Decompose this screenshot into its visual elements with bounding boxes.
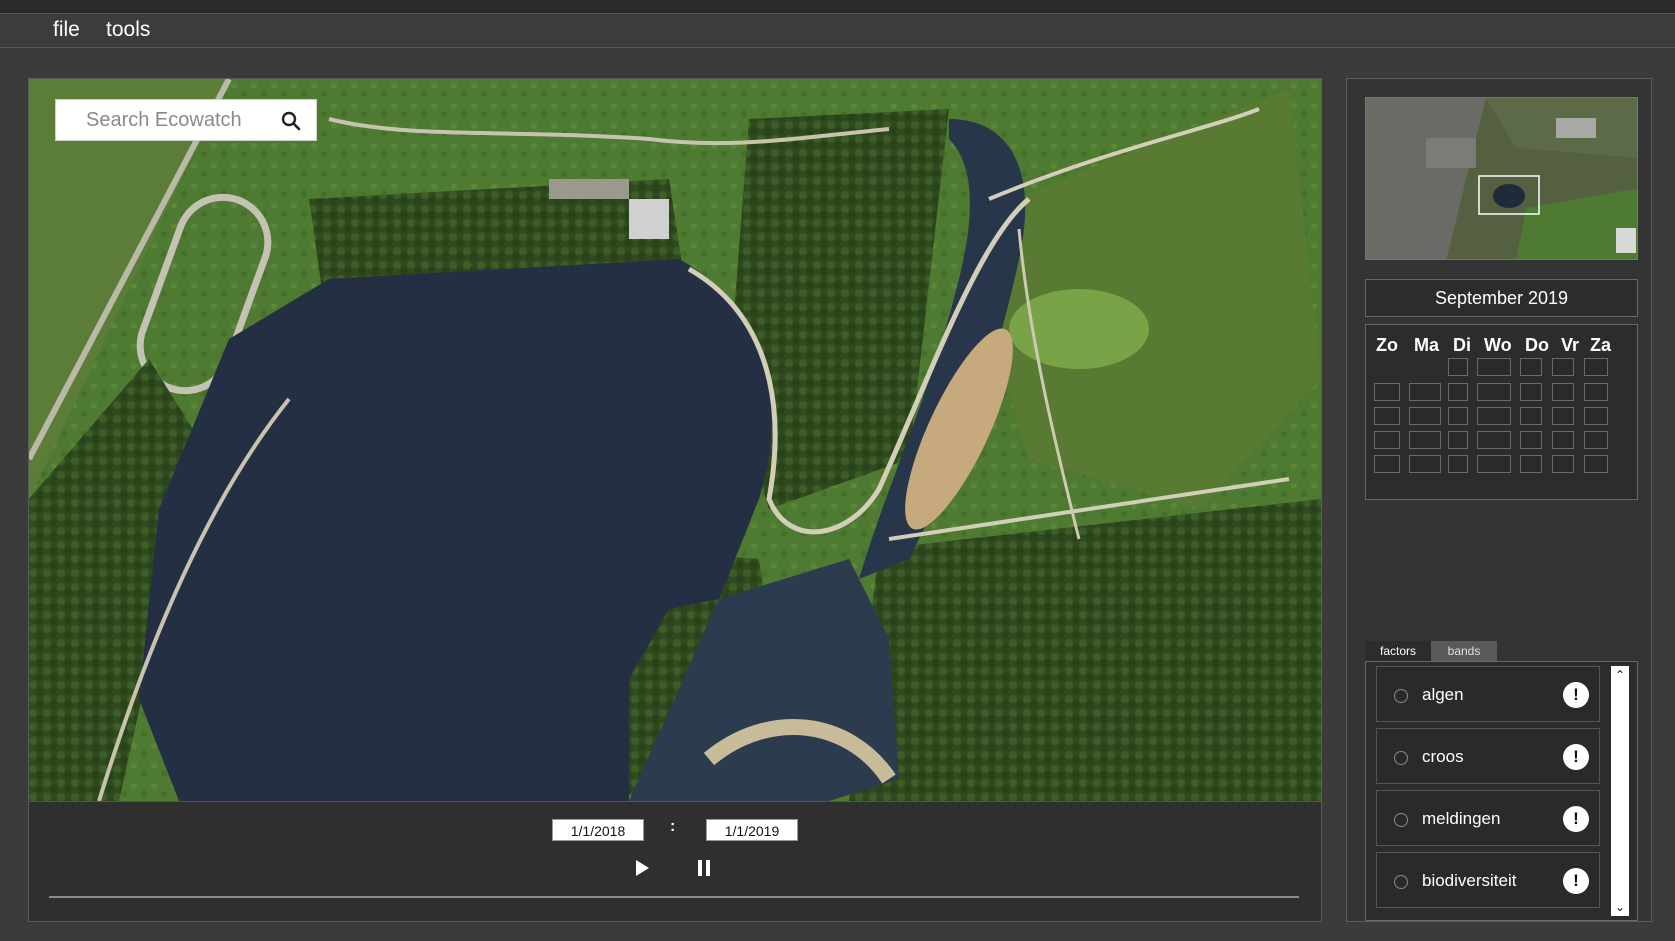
- calendar-day-cell[interactable]: [1520, 431, 1542, 449]
- calendar-day-cell[interactable]: [1409, 455, 1441, 473]
- factor-list-scrollbar[interactable]: ⌃ ⌄: [1611, 666, 1629, 916]
- weekday-sunday: Zo: [1376, 335, 1398, 355]
- start-date-field[interactable]: 1/1/2018: [552, 819, 644, 841]
- factor-list: algen ! croos ! meldingen ! biodiversite…: [1365, 661, 1638, 921]
- calendar-day-cell[interactable]: [1552, 407, 1574, 425]
- calendar-day-cell[interactable]: [1448, 407, 1468, 425]
- menu-bar: file tools: [0, 15, 1675, 48]
- calendar-day-cell[interactable]: [1477, 383, 1511, 401]
- factor-label: algen: [1422, 685, 1464, 704]
- factor-item-algen[interactable]: algen !: [1376, 666, 1600, 722]
- calendar-day-cell[interactable]: [1374, 431, 1400, 449]
- weekday-thursday: Do: [1525, 335, 1549, 355]
- calendar-day-cell[interactable]: [1477, 455, 1511, 473]
- calendar-day-cell[interactable]: [1374, 455, 1400, 473]
- weekday-wednesday: Wo: [1484, 335, 1512, 355]
- play-icon[interactable]: [632, 858, 652, 878]
- calendar-day-cell[interactable]: [1448, 358, 1468, 376]
- calendar-day-cell[interactable]: [1520, 358, 1542, 376]
- calendar-day-cell[interactable]: [1584, 383, 1608, 401]
- calendar-day-cell[interactable]: [1552, 455, 1574, 473]
- factor-radio[interactable]: [1394, 813, 1408, 827]
- tab-factors[interactable]: factors: [1365, 641, 1431, 661]
- menu-file[interactable]: file: [53, 18, 80, 42]
- weekday-tuesday: Di: [1453, 335, 1471, 355]
- calendar-day-cell[interactable]: [1584, 455, 1608, 473]
- calendar-day-cell[interactable]: [1552, 431, 1574, 449]
- calendar-day-cell[interactable]: [1520, 455, 1542, 473]
- calendar-day-cell[interactable]: [1584, 407, 1608, 425]
- calendar-day-cell[interactable]: [1409, 383, 1441, 401]
- alert-icon[interactable]: !: [1563, 682, 1589, 708]
- search-input[interactable]: [56, 100, 276, 140]
- weekday-saturday: Za: [1590, 335, 1612, 355]
- calendar-grid: Zo Ma Di Wo Do Vr Za: [1365, 324, 1638, 500]
- calendar-day-cell[interactable]: [1520, 407, 1542, 425]
- timeline-controls: 1/1/2018 : 1/1/2019: [29, 801, 1321, 921]
- weekday-monday: Ma: [1414, 335, 1440, 355]
- factor-radio[interactable]: [1394, 689, 1408, 703]
- calendar-day-cell[interactable]: [1477, 358, 1511, 376]
- calendar-day-cell[interactable]: [1477, 431, 1511, 449]
- calendar-day-cell[interactable]: [1448, 455, 1468, 473]
- calendar-month-header[interactable]: September 2019: [1365, 279, 1638, 317]
- alert-icon[interactable]: !: [1563, 868, 1589, 894]
- alert-icon[interactable]: !: [1563, 744, 1589, 770]
- minimap[interactable]: [1365, 97, 1638, 260]
- side-panel: September 2019 Zo Ma Di Wo Do Vr Za fact…: [1346, 78, 1652, 922]
- factor-radio[interactable]: [1394, 875, 1408, 889]
- calendar-day-cell[interactable]: [1552, 358, 1574, 376]
- factor-label: meldingen: [1422, 809, 1501, 828]
- map-imagery: [29, 79, 1321, 801]
- scroll-up-icon[interactable]: ⌃: [1611, 666, 1629, 684]
- search-icon[interactable]: [280, 110, 302, 132]
- factor-label: biodiversiteit: [1422, 871, 1517, 890]
- scroll-down-icon[interactable]: ⌄: [1611, 898, 1629, 916]
- factor-item-meldingen[interactable]: meldingen !: [1376, 790, 1600, 846]
- calendar-day-cell[interactable]: [1409, 407, 1441, 425]
- alert-icon[interactable]: !: [1563, 806, 1589, 832]
- calendar-day-cell[interactable]: [1448, 431, 1468, 449]
- weekday-friday: Vr: [1561, 335, 1580, 355]
- pause-icon[interactable]: [694, 858, 714, 878]
- factor-radio[interactable]: [1394, 751, 1408, 765]
- calendar-day-cell[interactable]: [1374, 383, 1400, 401]
- title-strip: [0, 0, 1675, 14]
- calendar-day-cell[interactable]: [1584, 431, 1608, 449]
- tab-bands[interactable]: bands: [1431, 641, 1497, 661]
- app-window: file tools Search Ecowatch 1/1/2018: 1/…: [0, 0, 1675, 941]
- minimap-imagery: [1366, 98, 1637, 259]
- timeline-slider[interactable]: [49, 896, 1299, 898]
- factor-label: croos: [1422, 747, 1464, 766]
- factor-item-croos[interactable]: croos !: [1376, 728, 1600, 784]
- calendar-day-cell[interactable]: [1552, 383, 1574, 401]
- end-date-field[interactable]: 1/1/2019: [706, 819, 798, 841]
- calendar-day-cell[interactable]: [1409, 431, 1441, 449]
- search-box: [55, 99, 317, 141]
- calendar-day-cell[interactable]: [1374, 407, 1400, 425]
- factor-item-biodiversiteit[interactable]: biodiversiteit !: [1376, 852, 1600, 908]
- date-range-separator: :: [670, 818, 676, 835]
- calendar-day-cell[interactable]: [1520, 383, 1542, 401]
- menu-tools[interactable]: tools: [106, 18, 150, 42]
- calendar-day-cell[interactable]: [1448, 383, 1468, 401]
- satellite-map[interactable]: [29, 79, 1321, 801]
- calendar-day-cell[interactable]: [1584, 358, 1608, 376]
- calendar-day-cell[interactable]: [1477, 407, 1511, 425]
- map-panel: 1/1/2018 : 1/1/2019: [28, 78, 1322, 922]
